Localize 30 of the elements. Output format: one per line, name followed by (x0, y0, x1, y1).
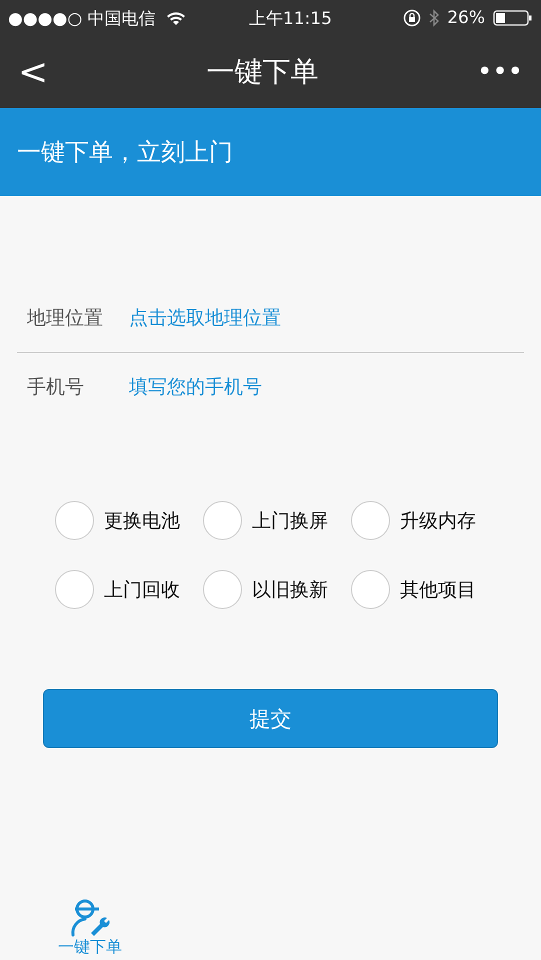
checkbox[interactable] (203, 501, 242, 540)
clock-text: 上午11:15 (248, 8, 332, 30)
tab-label: 一键下单 (58, 937, 122, 958)
banner-text: 一键下单，立刻上门 (17, 137, 233, 168)
input-field[interactable]: 点击选取地理位置 (127, 297, 524, 339)
repair-person-icon (69, 897, 111, 937)
page-title: 一键下单 (206, 54, 319, 90)
rotation-lock-icon (403, 9, 422, 27)
carrier-text: ●●●●○ 中国电信 (8, 8, 156, 30)
checkbox[interactable] (351, 501, 390, 540)
bluetooth-icon (429, 9, 440, 27)
checkbox[interactable] (351, 570, 390, 609)
battery-icon (493, 9, 533, 27)
more-button[interactable]: ••• (470, 57, 529, 87)
checkbox[interactable] (55, 501, 94, 540)
option-label: 更换电池 (104, 508, 180, 534)
battery-percent: 26% (447, 8, 485, 28)
option-label: 其他项目 (400, 578, 476, 602)
checkbox[interactable] (55, 570, 94, 609)
back-button[interactable]: < (12, 52, 54, 92)
field-label: 地理位置 (27, 306, 104, 331)
option-label: 以旧换新 (252, 578, 328, 602)
checkbox[interactable] (203, 570, 242, 609)
submit-button[interactable]: 提交 (43, 689, 498, 748)
wifi-icon (166, 10, 186, 26)
option-label: 升级内存 (400, 508, 476, 534)
option-label: 上门回收 (104, 578, 180, 602)
input-field[interactable]: 填写您的手机号 (127, 366, 524, 408)
field-label: 手机号 (27, 375, 85, 400)
option-label: 上门换屏 (252, 508, 328, 534)
